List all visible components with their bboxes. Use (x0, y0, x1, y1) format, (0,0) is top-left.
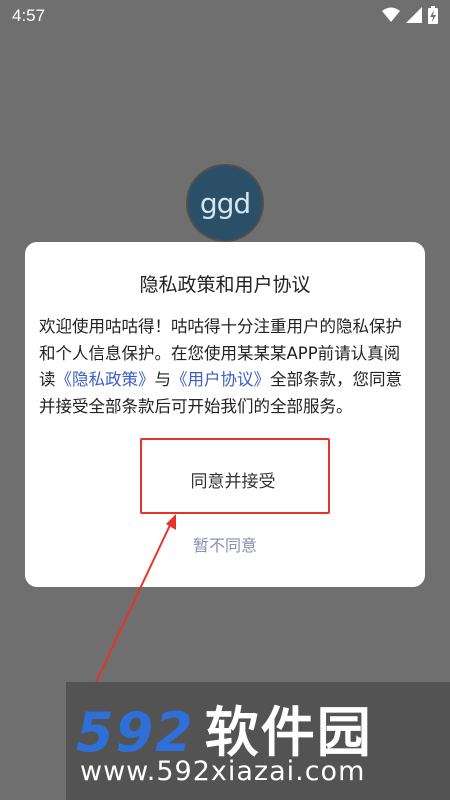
battery-charging-icon (428, 6, 438, 28)
app-logo: ggd (188, 166, 262, 240)
body-text-and: 与 (154, 370, 172, 389)
wifi-icon (382, 7, 400, 27)
privacy-dialog: 隐私政策和用户协议 欢迎使用咕咕得！咕咕得十分注重用户的隐私保护和个人信息保护。… (25, 242, 425, 587)
decline-button[interactable]: 暂不同意 (25, 532, 425, 556)
dialog-body: 欢迎使用咕咕得！咕咕得十分注重用户的隐私保护和个人信息保护。在您使用某某某APP… (39, 314, 411, 420)
status-bar: 4:57 (0, 0, 450, 32)
watermark: 592 软件园 www.592xiazai.com (66, 682, 450, 800)
accept-button[interactable]: 同意并接受 (145, 454, 321, 504)
privacy-policy-link[interactable]: 《隐私政策》 (56, 370, 155, 389)
watermark-url: www.592xiazai.com (80, 756, 366, 787)
dialog-title: 隐私政策和用户协议 (139, 274, 311, 296)
status-icons (382, 6, 438, 28)
watermark-brand-number: 592 (76, 701, 195, 764)
watermark-brand-cn: 软件园 (204, 701, 373, 764)
user-agreement-link[interactable]: 《用户协议》 (171, 370, 270, 389)
status-time: 4:57 (12, 6, 46, 25)
signal-icon (406, 7, 422, 27)
